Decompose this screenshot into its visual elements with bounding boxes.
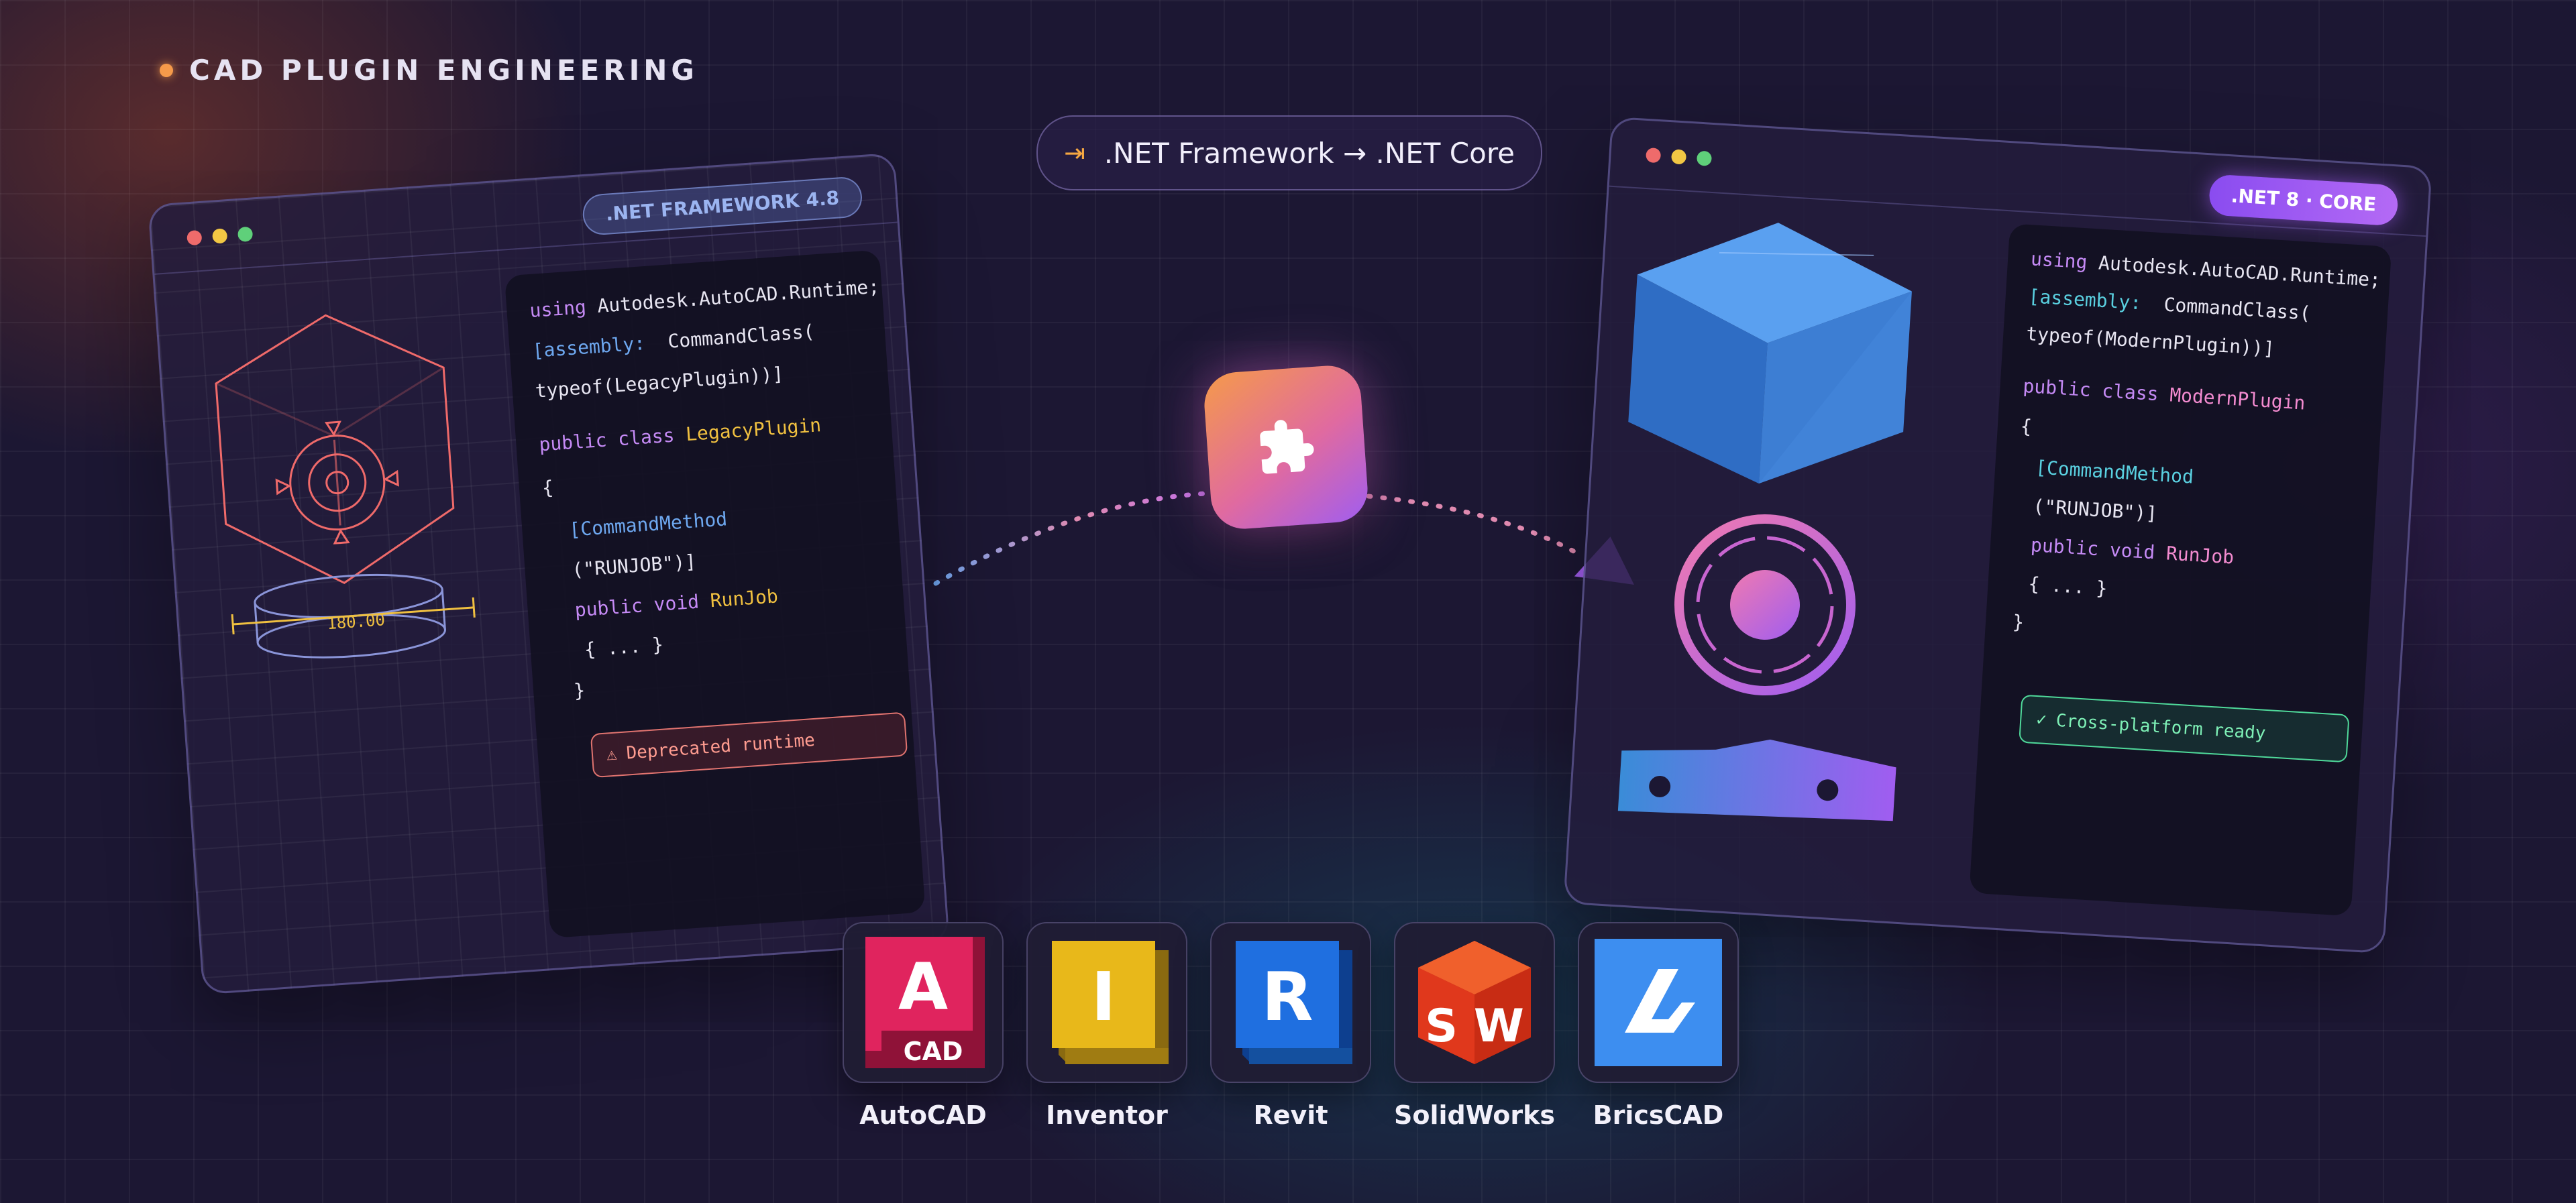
code-token: LegacyPlugin (685, 414, 822, 446)
code-token: public class (538, 423, 687, 456)
modern-code-panel: using Autodesk.AutoCAD.Runtime; [assembl… (1969, 223, 2392, 917)
modern-window: .NET 8 · CORE using Autodesk.AutoCAD.Run… (1563, 116, 2432, 954)
maximize-dot[interactable] (1696, 150, 1713, 166)
check-icon: ✓ (2035, 709, 2047, 730)
code-token: ModernPlugin (2169, 384, 2306, 414)
code-token: RunJob (709, 585, 779, 612)
app-tile[interactable] (1578, 922, 1739, 1083)
minimize-dot[interactable] (1670, 149, 1687, 165)
plugin-tile (1202, 363, 1370, 531)
code-token: [CommandMethod (2035, 456, 2194, 488)
legacy-code-panel: using Autodesk.AutoCAD.Runtime; [assembl… (504, 249, 926, 939)
minimize-dot[interactable] (211, 228, 228, 244)
app-tile[interactable]: A CAD (843, 922, 1004, 1083)
bracket-part-icon (1617, 739, 1896, 821)
app-tile[interactable]: I (1026, 922, 1187, 1083)
code-line: { (541, 476, 555, 500)
code-line: } (2012, 610, 2025, 634)
code-line: { ... } (2027, 572, 2108, 600)
code-token: [CommandMethod (568, 508, 729, 541)
status-badge: ✓ Cross-platform ready (2019, 694, 2350, 763)
status-badge: ⚠ Deprecated runtime (590, 711, 908, 779)
app-inventor[interactable]: I Inventor (1026, 922, 1187, 1130)
app-bricscad[interactable]: BricsCAD (1578, 922, 1739, 1130)
code-line: { ... } (583, 633, 664, 661)
app-autocad[interactable]: A CAD AutoCAD (843, 922, 1004, 1130)
legacy-window: .NET FRAMEWORK 4.8 180.00 using Autodesk… (148, 152, 950, 995)
app-revit[interactable]: R Revit (1210, 922, 1371, 1130)
app-glyph-sub: CAD (904, 1037, 963, 1066)
app-name: AutoCAD (859, 1100, 987, 1130)
app-name: Revit (1253, 1100, 1328, 1130)
code-token: CommandClass( (2141, 292, 2312, 325)
code-token: public class (2022, 374, 2171, 406)
code-token: CommandClass( (644, 320, 816, 355)
code-token: [assembly: (531, 332, 647, 362)
code-token: Autodesk.AutoCAD.Runtime; (2086, 251, 2381, 292)
maximize-dot[interactable] (237, 226, 254, 243)
app-name: SolidWorks (1393, 1100, 1556, 1130)
code-token: public void (574, 589, 711, 622)
app-name: Inventor (1046, 1100, 1168, 1130)
solid-cube-icon (1628, 223, 1912, 484)
code-token: public void (2030, 534, 2167, 565)
code-token: using (529, 296, 587, 322)
autocad-logo: A CAD (865, 937, 985, 1068)
bricscad-logo (1595, 939, 1722, 1066)
app-name: BricsCAD (1593, 1100, 1724, 1130)
code-line: } (573, 679, 586, 702)
solidworks-logo: S W (1418, 941, 1531, 1064)
target-disc-icon (1674, 514, 1856, 696)
close-dot[interactable] (186, 229, 203, 246)
app-tile[interactable]: S W (1394, 922, 1555, 1083)
app-glyph: R (1261, 958, 1313, 1036)
app-glyph: A (898, 950, 948, 1025)
code-token: using (2030, 247, 2088, 274)
code-line: ("RUNJOB")] (2032, 495, 2158, 525)
warning-icon: ⚠ (606, 744, 618, 765)
app-tile[interactable]: R (1210, 922, 1371, 1083)
puzzle-piece-icon (1260, 420, 1314, 474)
close-dot[interactable] (1645, 147, 1662, 164)
code-line: typeof(ModernPlugin))] (2025, 323, 2275, 360)
code-line: { (2019, 414, 2033, 438)
cad-apps-row: A CAD AutoCAD I Inventor R Revit S W Sol… (843, 922, 1739, 1130)
revit-logo: R (1236, 941, 1352, 1064)
code-token: [assembly: (2027, 285, 2143, 314)
app-glyph: I (1091, 958, 1116, 1036)
app-glyph: S W (1425, 1000, 1524, 1053)
code-token: RunJob (2165, 542, 2235, 569)
status-label: Deprecated runtime (625, 730, 816, 764)
inventor-logo: I (1052, 941, 1169, 1064)
status-label: Cross-platform ready (2055, 710, 2267, 744)
app-solidworks[interactable]: S W SolidWorks (1393, 922, 1556, 1130)
code-token: Autodesk.AutoCAD.Runtime; (585, 275, 881, 319)
code-line: ("RUNJOB")] (571, 550, 697, 581)
code-line: typeof(LegacyPlugin))] (534, 362, 785, 402)
